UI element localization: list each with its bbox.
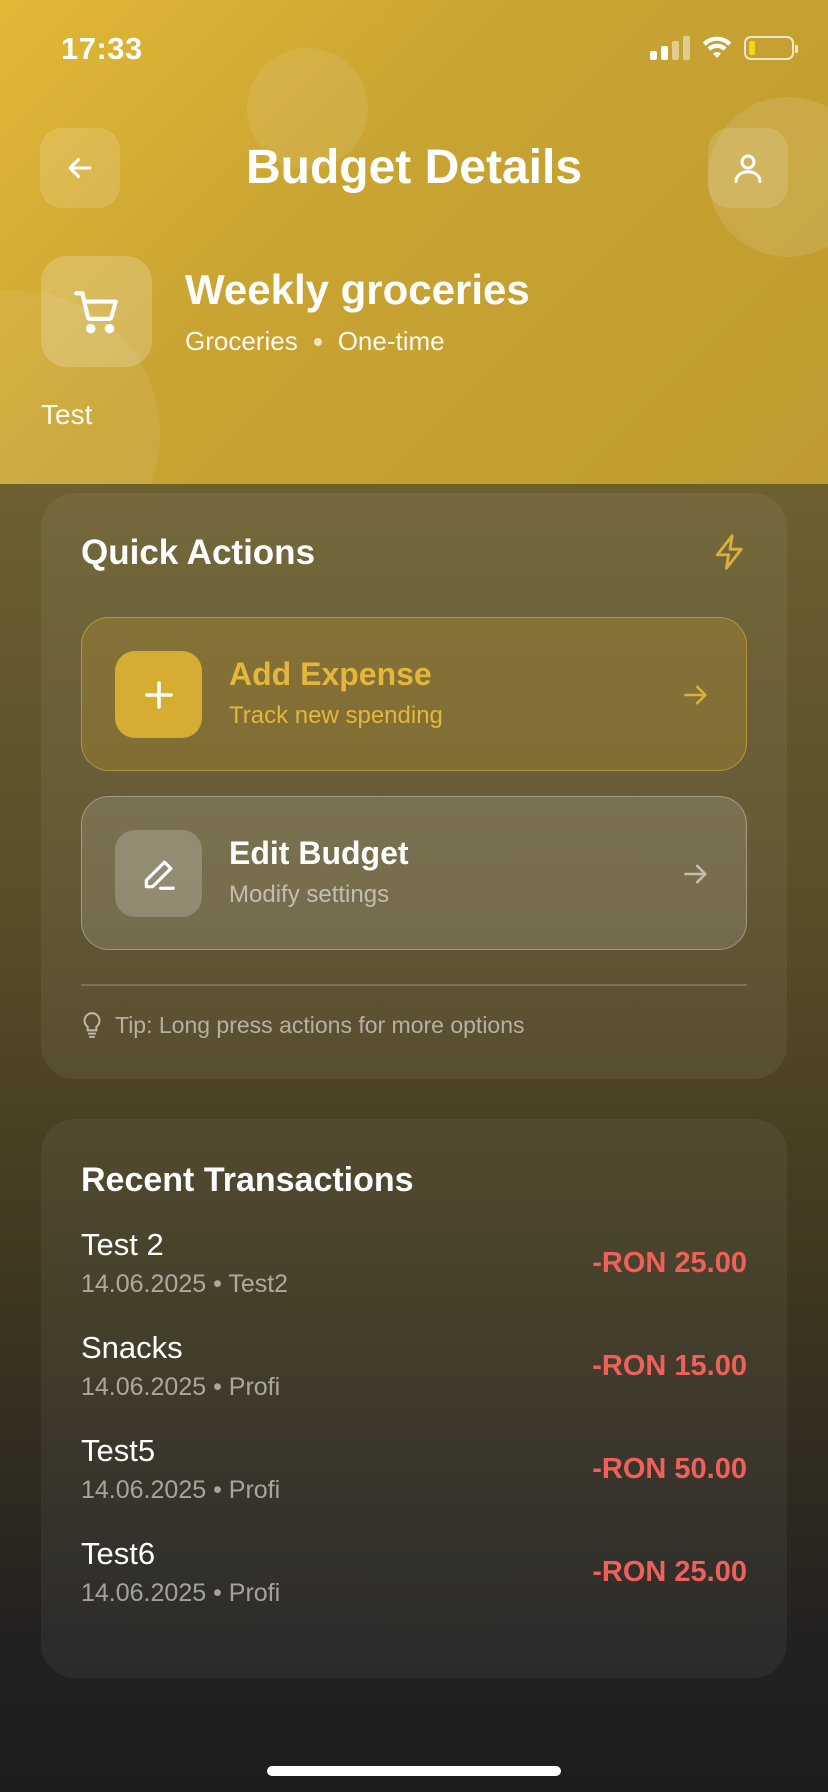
page-title: Budget Details xyxy=(245,141,583,194)
transaction-meta: 14.06.2025 • Profi xyxy=(81,1579,281,1607)
divider xyxy=(81,984,747,986)
transaction-name: Test 2 xyxy=(81,1227,164,1262)
transaction-name: Snacks xyxy=(81,1330,183,1365)
transaction-meta: 14.06.2025 • Profi xyxy=(81,1476,281,1504)
tip: Tip: Long press actions for more options xyxy=(81,1011,525,1039)
edit-budget-subtitle: Modify settings xyxy=(229,881,390,908)
edit-budget-button[interactable]: Edit Budget Modify settings xyxy=(81,796,747,950)
recent-transactions-title: Recent Transactions xyxy=(81,1161,414,1199)
transaction-amount: -RON 50.00 xyxy=(592,1453,747,1485)
recent-transactions-card: Recent Transactions Test 2 14.06.2025 • … xyxy=(41,1119,787,1678)
transaction-name: Test6 xyxy=(81,1536,156,1571)
status-icons xyxy=(650,36,798,60)
user-icon xyxy=(734,154,762,183)
transaction-row[interactable]: Test 2 14.06.2025 • Test2 -RON 25.00 xyxy=(81,1227,747,1307)
transaction-amount: -RON 25.00 xyxy=(592,1247,747,1279)
separator-dot xyxy=(313,337,322,346)
budget-description: Test xyxy=(41,399,93,430)
quick-actions-title: Quick Actions xyxy=(81,533,316,572)
profile-button[interactable] xyxy=(708,128,788,208)
transaction-amount: -RON 25.00 xyxy=(592,1556,747,1588)
shopping-cart-icon xyxy=(73,290,118,333)
edit-budget-title: Edit Budget xyxy=(229,835,409,871)
transaction-row[interactable]: Snacks 14.06.2025 • Profi -RON 15.00 xyxy=(81,1330,747,1410)
lightning-icon xyxy=(715,534,743,570)
lightbulb-icon xyxy=(83,1012,101,1038)
header: 17:33 Budget Details Weekly groceries Gr… xyxy=(0,0,828,484)
quick-actions-card: Quick Actions Add Expense Track new spen… xyxy=(41,493,787,1079)
add-expense-button[interactable]: Add Expense Track new spending xyxy=(81,617,747,771)
budget-category: Groceries xyxy=(185,326,298,356)
edit-budget-icon-box xyxy=(115,830,202,917)
transaction-row[interactable]: Test5 14.06.2025 • Profi -RON 50.00 xyxy=(81,1433,747,1513)
add-expense-icon-box xyxy=(115,651,202,738)
transaction-amount: -RON 15.00 xyxy=(592,1350,747,1382)
transaction-meta: 14.06.2025 • Test2 xyxy=(81,1270,289,1298)
add-expense-title: Add Expense xyxy=(229,656,432,692)
add-expense-subtitle: Track new spending xyxy=(229,702,443,729)
plus-icon xyxy=(144,680,173,709)
wifi-icon xyxy=(702,36,732,58)
status-bar: 17:33 xyxy=(0,0,828,100)
arrow-right-icon xyxy=(684,685,707,705)
battery-level xyxy=(749,41,755,55)
budget-recurrence: One-time xyxy=(337,326,445,356)
transaction-meta: 14.06.2025 • Profi xyxy=(81,1373,281,1401)
status-time: 17:33 xyxy=(61,31,143,66)
transaction-name: Test5 xyxy=(81,1433,156,1468)
budget-meta: Groceries One-time xyxy=(185,326,445,357)
transaction-row[interactable]: Test6 14.06.2025 • Profi -RON 25.00 xyxy=(81,1536,747,1616)
budget-name: Weekly groceries xyxy=(185,266,530,313)
home-indicator[interactable] xyxy=(267,1766,561,1776)
tip-text: Tip: Long press actions for more options xyxy=(115,1011,525,1038)
arrow-right-icon xyxy=(684,864,707,884)
battery-icon xyxy=(744,36,798,60)
pencil-icon xyxy=(144,860,175,890)
cellular-signal-icon xyxy=(650,36,690,60)
budget-category-icon xyxy=(41,256,152,367)
